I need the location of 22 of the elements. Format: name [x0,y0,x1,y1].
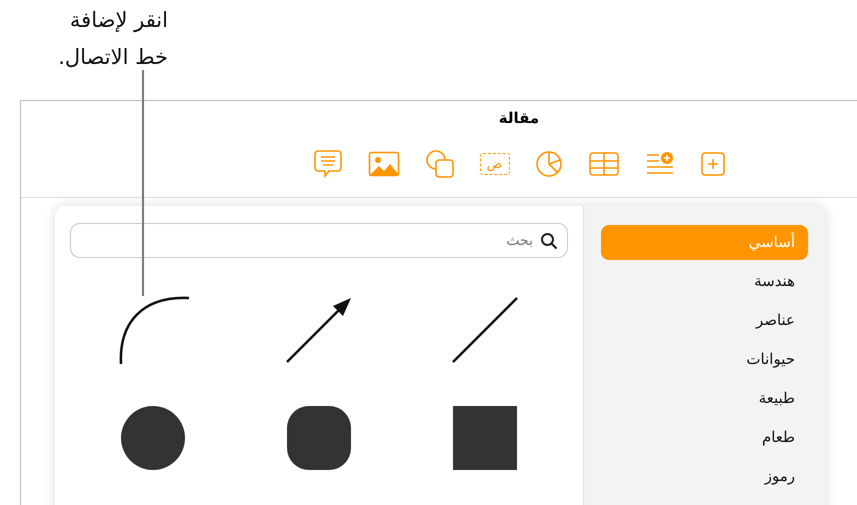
callout-text: خط الاتصال. [57,44,168,71]
category-item[interactable]: طعام [601,420,808,455]
comment-icon[interactable] [312,149,342,179]
category-item[interactable]: طبيعة [601,381,808,416]
image-icon[interactable] [368,151,400,177]
category-item[interactable]: عناصر [601,303,808,338]
callout-text: انقر لإضافة [68,7,168,34]
search-field[interactable]: بحث [70,223,568,258]
line-shape[interactable] [452,297,518,363]
rounded-square-shape[interactable] [287,406,351,470]
shapes-icon[interactable] [424,149,454,179]
category-item[interactable]: هندسة [601,264,808,299]
category-item[interactable]: حيوانات [601,342,808,377]
pie-chart-icon[interactable] [534,150,562,178]
list-add-icon[interactable] [644,151,674,177]
circle-shape[interactable] [121,406,185,470]
table-icon[interactable] [588,151,620,177]
window-title: مقالة [498,109,540,127]
curve-shape[interactable] [120,296,189,364]
category-item[interactable]: رموز [601,459,808,494]
arrow-shape[interactable] [286,298,351,363]
add-icon[interactable] [700,151,726,177]
